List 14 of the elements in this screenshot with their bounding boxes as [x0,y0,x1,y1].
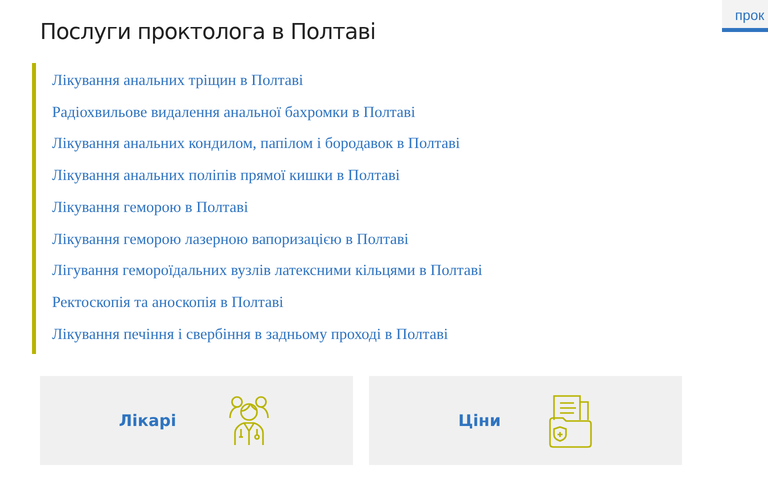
service-link[interactable]: Лікування геморою в Полтаві [52,192,248,224]
document-folder-icon [548,394,593,448]
service-link[interactable]: Лігування гемороїдальних вузлів латексними кільцями в Полтаві [52,255,482,287]
service-link[interactable]: Лікування геморою лазерною вапоризацією в Полтаві [52,224,409,256]
nav-tab[interactable]: прок [722,0,768,32]
service-link[interactable]: Лікування анальних кондилом, папілом і бородавок в Полтаві [52,128,460,160]
section-heading: Послуги проктолога в Полтаві [40,20,377,45]
service-link[interactable]: Лікування печіння і свербіння в задньому проході в Полтаві [52,318,448,350]
service-link[interactable]: Лікування анальних тріщин в Полтаві [52,65,304,97]
nav-card[interactable]: Ціни [369,376,682,466]
nav-card[interactable]: Лікарі [40,376,353,466]
service-link[interactable]: Лікування анальних поліпів прямої кишки в Полтаві [52,160,400,192]
service-link[interactable]: Радіохвильове видалення анальної бахромки в Полтаві [52,96,416,128]
service-link[interactable]: Ректоскопія та аноскопія в Полтаві [52,286,284,319]
